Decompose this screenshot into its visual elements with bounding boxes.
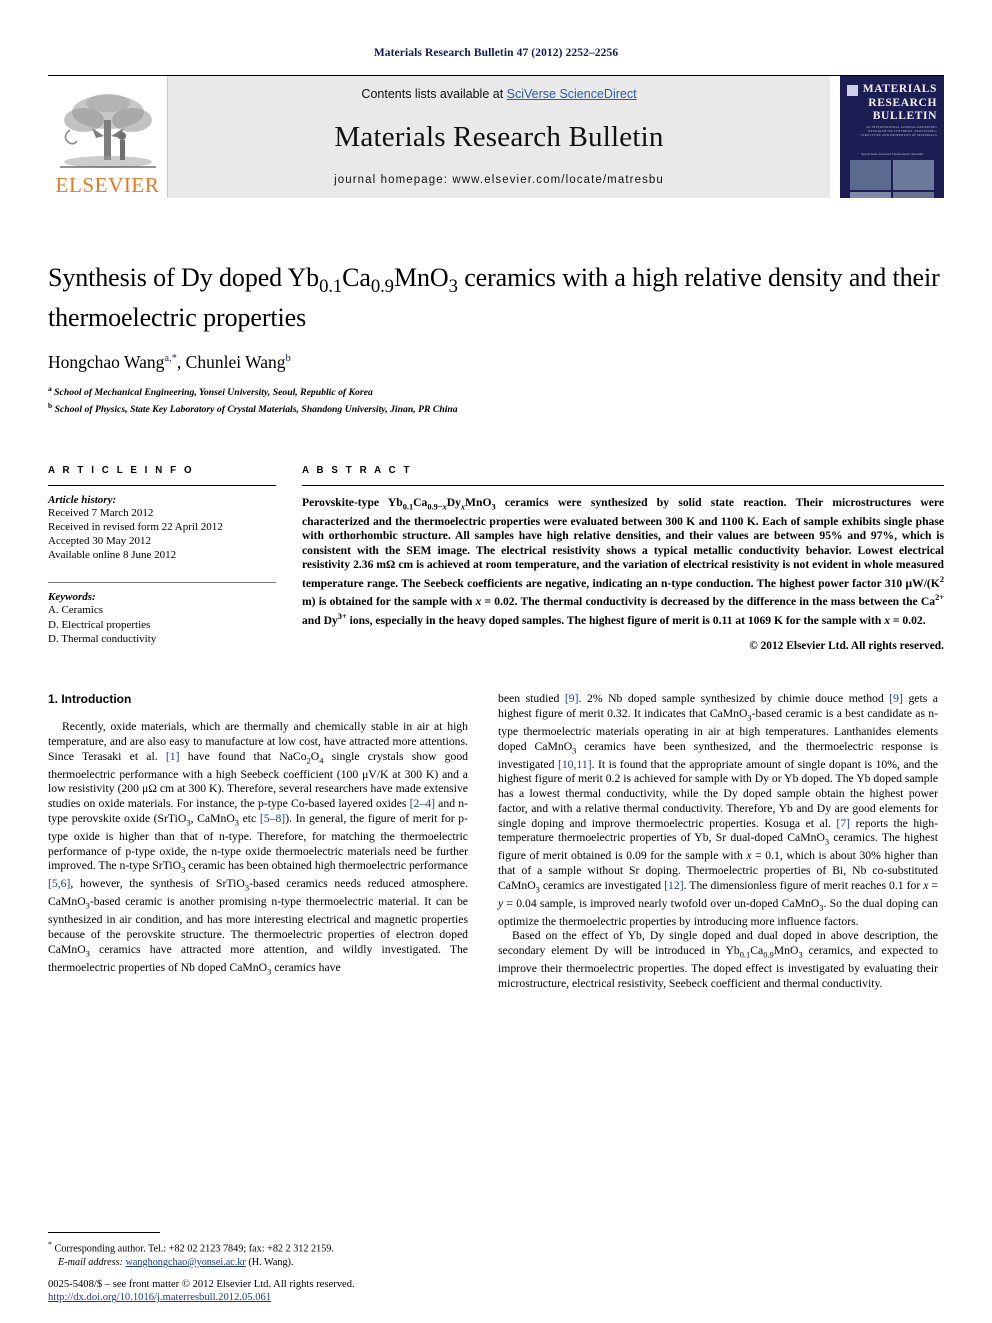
footnote-rule <box>48 1232 160 1234</box>
citation-9a[interactable]: [9] <box>565 692 579 705</box>
footnote-asterisk: * <box>48 1240 52 1250</box>
article-history-accepted: Accepted 30 May 2012 <box>48 535 151 548</box>
keyword-item-3: D. Thermal conductivity <box>48 632 157 645</box>
masthead-center: Contents lists available at SciVerse Sci… <box>168 76 830 198</box>
imprint-issn-line: 0025-5408/$ – see front matter © 2012 El… <box>48 1278 355 1290</box>
cover-elsevier-mark <box>847 85 858 96</box>
body-column-left: 1. Introduction Recently, oxide material… <box>48 692 468 991</box>
author-name-1: Hongchao Wang <box>48 352 165 373</box>
affiliation-a: a School of Mechanical Engineering, Yons… <box>48 383 944 400</box>
body-column-right: been studied [9]. 2% Nb doped sample syn… <box>498 692 938 991</box>
abstract-copyright: © 2012 Elsevier Ltd. All rights reserved… <box>749 640 944 653</box>
keyword-item-1: A. Ceramics <box>48 604 103 617</box>
body-columns: 1. Introduction Recently, oxide material… <box>48 692 944 991</box>
elsevier-tree-icon <box>59 94 156 168</box>
article-history-received: Received 7 March 2012 <box>48 506 154 519</box>
article-info-column: A R T I C L E I N F O Article history: R… <box>48 465 276 653</box>
doi-link[interactable]: http://dx.doi.org/10.1016/j.materresbull… <box>48 1292 271 1303</box>
imprint-block: 0025-5408/$ – see front matter © 2012 El… <box>48 1278 488 1305</box>
keywords-rule <box>48 582 276 584</box>
author-list: Hongchao Wanga,*, Chunlei Wangb <box>48 352 291 373</box>
title-block: Synthesis of Dy doped Yb0.1Ca0.9MnO3 cer… <box>48 262 944 417</box>
footnote-corresponding-author: * Corresponding author. Tel.: +82 02 212… <box>48 1238 468 1256</box>
elsevier-wordmark: ELSEVIER <box>55 173 160 197</box>
article-history-online: Available online 8 June 2012 <box>48 549 177 562</box>
contents-available-line: Contents lists available at SciVerse Sci… <box>361 87 636 101</box>
intro-paragraph-right-1: been studied [9]. 2% Nb doped sample syn… <box>498 692 939 928</box>
keywords-block: Keywords: A. Ceramics D. Electrical prop… <box>48 582 276 646</box>
page-title: Synthesis of Dy doped Yb0.1Ca0.9MnO3 cer… <box>48 263 940 333</box>
affiliation-a-text: School of Mechanical Engineering, Yonsei… <box>54 387 373 399</box>
cover-image-3 <box>850 191 891 198</box>
running-head: Materials Research Bulletin 47 (2012) 22… <box>373 47 619 59</box>
contents-prefix: Contents lists available at <box>361 87 507 101</box>
footnote-email-label: E-mail address: <box>58 1256 123 1268</box>
article-history-revised: Received in revised form 22 April 2012 <box>48 520 223 533</box>
footnote-corresponding-text: Corresponding author. Tel.: +82 02 2123 … <box>54 1243 334 1255</box>
abstract-rule <box>302 484 944 486</box>
journal-article-page: Materials Research Bulletin 47 (2012) 22… <box>0 0 992 1323</box>
abstract-column: A B S T R A C T Perovskite-type Yb0.1Ca0… <box>302 464 944 653</box>
author-marks-1: a,* <box>164 353 177 365</box>
footnote-email-suffix: (H. Wang). <box>248 1256 294 1268</box>
abstract-text: Perovskite-type Yb0.1Ca0.9−xDyxMnO3 cera… <box>302 495 944 627</box>
citation-5-6[interactable]: [5,6] <box>48 877 70 890</box>
author-name-2: Chunlei Wang <box>185 352 286 373</box>
cover-subtitle: AN INTERNATIONAL JOURNAL REPORTING RESEA… <box>860 124 937 138</box>
keywords-label: Keywords: <box>48 591 96 604</box>
citation-7[interactable]: [7] <box>836 817 850 830</box>
citation-12[interactable]: [12] <box>664 879 683 892</box>
affiliation-mark-a: a <box>48 384 52 394</box>
journal-cover-thumbnail: MATERIALS RESEARCH BULLETIN AN INTERNATI… <box>840 76 944 198</box>
citation-1[interactable]: [1] <box>166 750 180 763</box>
author-marks-2: b <box>285 353 291 365</box>
sciencedirect-link[interactable]: SciVerse ScienceDirect <box>507 87 637 101</box>
intro-paragraph-right-2: Based on the effect of Yb, Dy single dop… <box>498 929 938 990</box>
article-info-rule <box>48 484 276 486</box>
journal-homepage[interactable]: journal homepage: www.elsevier.com/locat… <box>334 174 664 186</box>
footnote-email-link[interactable]: wanghongchao@yonsei.ac.kr <box>126 1257 246 1268</box>
citation-9b[interactable]: [9] <box>889 692 903 705</box>
cover-title-line3: BULLETIN <box>872 110 937 122</box>
cover-mid-note: Special Issue: Advanced Thermoelectric M… <box>860 151 924 156</box>
intro-paragraph-left: Recently, oxide materials, which are the… <box>48 720 469 977</box>
cover-title-line2: RESEARCH <box>868 96 937 109</box>
journal-title: Materials Research Bulletin <box>334 121 664 153</box>
affiliation-mark-b: b <box>48 400 53 410</box>
affiliation-b: b School of Physics, State Key Laborator… <box>48 400 944 417</box>
footnote-block: * Corresponding author. Tel.: +82 02 212… <box>48 1232 468 1269</box>
abstract-heading: A B S T R A C T <box>302 464 413 476</box>
keyword-item-2: D. Electrical properties <box>48 618 151 631</box>
elsevier-logo: ELSEVIER <box>48 76 168 198</box>
cover-image-grid <box>850 159 934 198</box>
cover-image-2 <box>893 159 934 190</box>
cover-image-4 <box>893 191 934 198</box>
cover-image-1 <box>850 159 891 190</box>
affiliation-list: a School of Mechanical Engineering, Yons… <box>48 383 944 416</box>
affiliation-b-text: School of Physics, State Key Laboratory … <box>54 404 458 416</box>
cover-title-line1: MATERIALS <box>862 83 937 95</box>
info-abstract-row: A R T I C L E I N F O Article history: R… <box>48 464 944 653</box>
article-history-label: Article history: <box>48 493 117 506</box>
citation-5-8[interactable]: [5–8] <box>260 812 285 825</box>
section-heading-introduction: 1. Introduction <box>48 692 132 707</box>
citation-10-11[interactable]: [10,11] <box>558 758 592 771</box>
journal-masthead: ELSEVIER Contents lists available at Sci… <box>48 75 944 198</box>
article-info-heading: A R T I C L E I N F O <box>48 464 195 476</box>
citation-2-4[interactable]: [2–4] <box>410 797 435 810</box>
footnote-email-line: E-mail address: wanghongchao@yonsei.ac.k… <box>48 1256 468 1269</box>
